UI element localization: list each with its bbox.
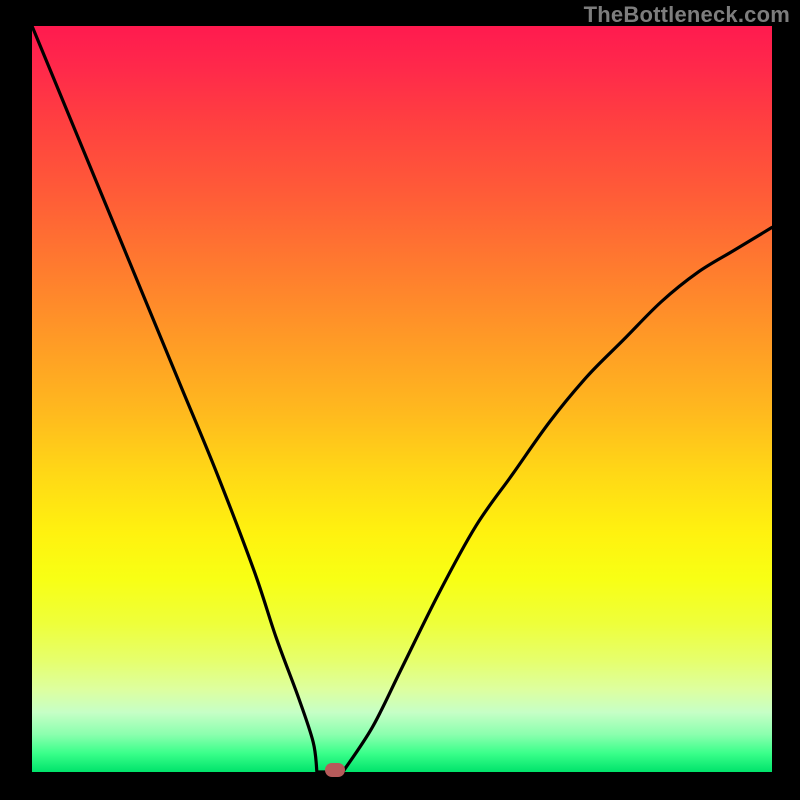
optimum-marker [325, 763, 345, 777]
curve-path [32, 26, 772, 772]
chart-frame: TheBottleneck.com [0, 0, 800, 800]
plot-area [32, 26, 772, 772]
watermark-text: TheBottleneck.com [584, 2, 790, 28]
bottleneck-curve [32, 26, 772, 772]
